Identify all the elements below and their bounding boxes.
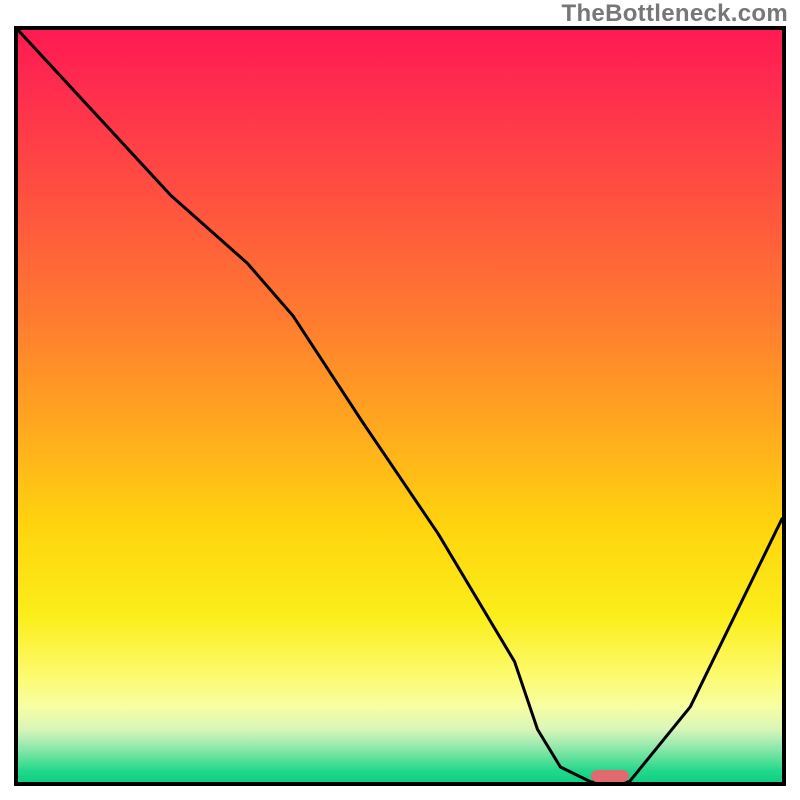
chart-container: TheBottleneck.com xyxy=(0,0,800,800)
curve-svg xyxy=(18,30,782,782)
plot-frame xyxy=(14,26,786,786)
watermark-text: TheBottleneck.com xyxy=(562,0,788,28)
optimal-marker xyxy=(591,770,629,782)
curve-path xyxy=(18,30,782,782)
